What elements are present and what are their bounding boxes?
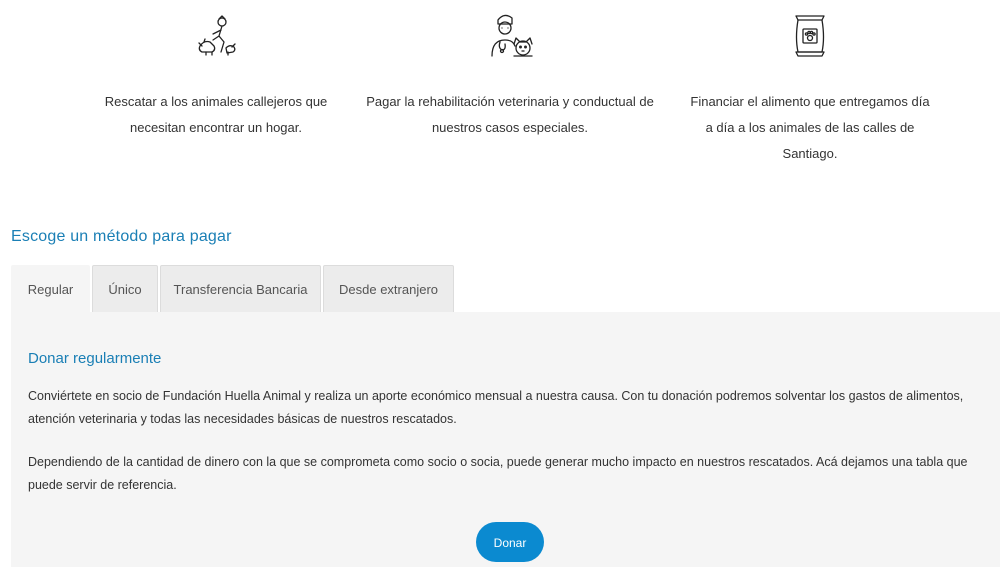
payment-method-heading: Escoge un método para pagar bbox=[11, 228, 232, 245]
payment-tabs: Regular Único Transferencia Bancaria Des… bbox=[11, 265, 456, 313]
tab-desde-extranjero[interactable]: Desde extranjero bbox=[323, 265, 454, 312]
tab-panel-regular: Donar regularmente Conviértete en socio … bbox=[11, 312, 1000, 567]
pet-food-bag-icon bbox=[795, 15, 825, 57]
tab-transferencia-bancaria[interactable]: Transferencia Bancaria bbox=[160, 265, 321, 312]
features-row: Rescatar a los animales callejeros que n… bbox=[0, 0, 1000, 200]
panel-paragraph-2: Dependiendo de la cantidad de dinero con… bbox=[28, 455, 968, 492]
feature-veterinary: Pagar la rehabilitación veterinaria y co… bbox=[360, 10, 660, 141]
feature-food-text: Financiar el alimento que entregamos día… bbox=[690, 94, 930, 161]
feature-food: Financiar el alimento que entregamos día… bbox=[660, 10, 960, 167]
donate-button[interactable]: Donar bbox=[476, 522, 544, 562]
panel-paragraph-1: Conviértete en socio de Fundación Huella… bbox=[28, 389, 964, 426]
veterinarian-with-dog-icon bbox=[491, 14, 533, 57]
feature-veterinary-text: Pagar la rehabilitación veterinaria y co… bbox=[366, 94, 654, 135]
page: Rescatar a los animales callejeros que n… bbox=[0, 0, 1000, 567]
panel-title: Donar regularmente bbox=[28, 350, 162, 367]
rescuer-with-animals-icon bbox=[198, 15, 236, 56]
tab-regular[interactable]: Regular bbox=[11, 265, 90, 313]
tab-unico[interactable]: Único bbox=[92, 265, 158, 312]
feature-rescue: Rescatar a los animales callejeros que n… bbox=[66, 10, 366, 141]
feature-rescue-text: Rescatar a los animales callejeros que n… bbox=[104, 94, 328, 135]
